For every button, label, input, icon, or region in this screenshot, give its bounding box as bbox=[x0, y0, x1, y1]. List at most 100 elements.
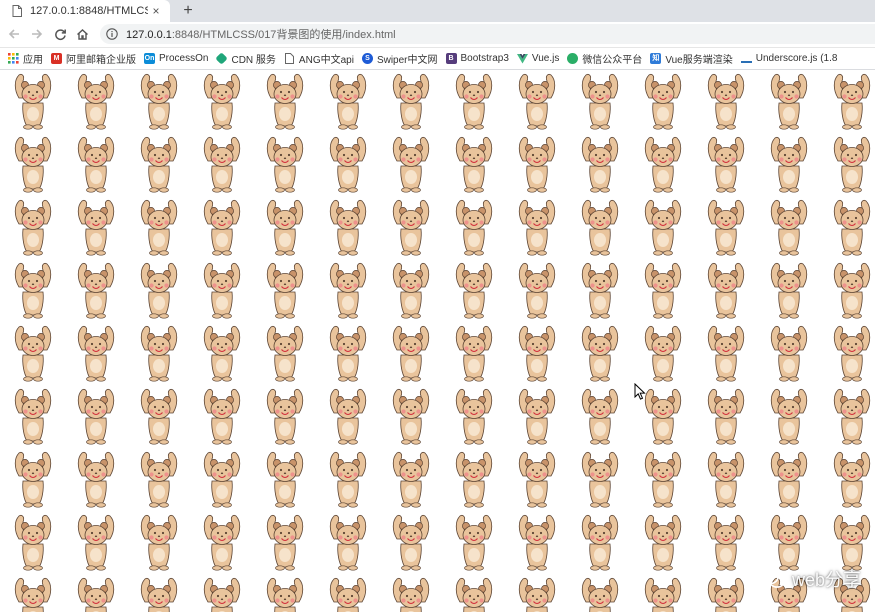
bear-tile bbox=[455, 199, 493, 256]
bookmark-item[interactable]: M 阿里邮箱企业版 bbox=[51, 48, 136, 69]
bear-tile bbox=[266, 262, 304, 319]
bear-tile bbox=[266, 199, 304, 256]
url-text: 127.0.0.1:8848/HTMLCSS/017背景图的使用/index.h… bbox=[126, 26, 396, 42]
forward-button[interactable] bbox=[29, 26, 45, 42]
bear-tile bbox=[140, 199, 178, 256]
address-bar[interactable]: 127.0.0.1:8848/HTMLCSS/017背景图的使用/index.h… bbox=[100, 24, 875, 44]
wechat-icon bbox=[567, 53, 579, 64]
bear-tile bbox=[14, 199, 52, 256]
bookmark-item[interactable]: 微信公众平台 bbox=[567, 48, 642, 69]
bear-tile bbox=[329, 136, 367, 193]
bear-tile bbox=[266, 577, 304, 612]
bear-tile bbox=[140, 577, 178, 612]
bear-tile bbox=[77, 73, 115, 130]
bear-tile bbox=[392, 73, 430, 130]
bear-tile bbox=[329, 451, 367, 508]
bear-tile bbox=[329, 262, 367, 319]
bookmarks-bar: 应用 M 阿里邮箱企业版 On ProcessOn CDN 服务 ANG中文api S Swip… bbox=[0, 48, 875, 70]
bookmark-item[interactable]: B Bootstrap3 bbox=[445, 48, 509, 69]
bear-tile bbox=[77, 136, 115, 193]
bear-tile bbox=[770, 325, 808, 382]
bear-tile bbox=[707, 388, 745, 445]
gmail-icon: M bbox=[51, 53, 62, 64]
bookmark-label: CDN 服务 bbox=[231, 55, 276, 66]
bear-tile bbox=[392, 388, 430, 445]
bear-tile bbox=[455, 577, 493, 612]
bear-tile bbox=[581, 325, 619, 382]
bear-tile bbox=[707, 199, 745, 256]
close-tab-icon[interactable]: × bbox=[150, 5, 162, 17]
bear-tile bbox=[707, 73, 745, 130]
tab-title: 127.0.0.1:8848/HTMLCSS/01 bbox=[30, 5, 148, 17]
underscore-icon bbox=[740, 53, 752, 64]
bear-tile bbox=[581, 388, 619, 445]
bookmark-item[interactable]: 应用 bbox=[8, 48, 43, 69]
bootstrap-icon: B bbox=[445, 53, 457, 64]
bear-tile bbox=[833, 136, 871, 193]
bookmark-label: ANG中文api bbox=[298, 55, 354, 66]
bookmark-item[interactable]: Underscore.js (1.8 bbox=[740, 48, 837, 69]
bear-tile bbox=[392, 577, 430, 612]
bear-tile bbox=[770, 514, 808, 571]
bear-tile bbox=[644, 388, 682, 445]
reload-button[interactable] bbox=[52, 26, 68, 42]
arrow-left-icon bbox=[8, 29, 19, 39]
home-button[interactable] bbox=[74, 26, 90, 42]
bookmark-item[interactable]: CDN 服务 bbox=[215, 48, 276, 69]
bookmark-label: Bootstrap3 bbox=[460, 53, 509, 64]
home-icon bbox=[76, 28, 88, 40]
bear-tile bbox=[770, 451, 808, 508]
bear-tile bbox=[77, 388, 115, 445]
bookmark-item[interactable]: ANG中文api bbox=[284, 48, 354, 69]
bear-tile bbox=[581, 73, 619, 130]
bear-tile bbox=[518, 136, 556, 193]
bear-tile bbox=[392, 199, 430, 256]
vue-icon bbox=[516, 53, 528, 64]
page-icon bbox=[12, 5, 22, 17]
bear-tile bbox=[455, 262, 493, 319]
bear-tile bbox=[392, 136, 430, 193]
bear-tile bbox=[581, 136, 619, 193]
bear-tile bbox=[707, 577, 745, 612]
bear-tile bbox=[14, 73, 52, 130]
page-viewport: web分享 bbox=[0, 70, 875, 612]
bookmark-item[interactable]: 知 Vue服务端渲染 bbox=[650, 48, 733, 69]
bookmark-label: 阿里邮箱企业版 bbox=[66, 55, 136, 66]
bear-tile bbox=[518, 388, 556, 445]
bear-tile bbox=[392, 514, 430, 571]
cdn-icon bbox=[215, 52, 229, 65]
back-button[interactable] bbox=[6, 26, 22, 42]
bear-tile bbox=[644, 577, 682, 612]
bear-tile bbox=[266, 514, 304, 571]
bear-tile bbox=[329, 577, 367, 612]
page-icon bbox=[284, 53, 295, 64]
bear-tile bbox=[203, 262, 241, 319]
bear-tile bbox=[140, 73, 178, 130]
bear-tile bbox=[455, 136, 493, 193]
bear-tile bbox=[203, 514, 241, 571]
bear-tile bbox=[14, 451, 52, 508]
bear-tile bbox=[770, 262, 808, 319]
bear-tile bbox=[455, 325, 493, 382]
info-icon[interactable] bbox=[106, 28, 118, 40]
bear-tile bbox=[203, 388, 241, 445]
new-tab-button[interactable]: + bbox=[180, 3, 196, 19]
bear-tile bbox=[833, 514, 871, 571]
browser-tab[interactable]: 127.0.0.1:8848/HTMLCSS/01 × bbox=[0, 0, 170, 22]
bear-tile bbox=[644, 325, 682, 382]
bear-tile bbox=[140, 388, 178, 445]
bear-tile bbox=[770, 388, 808, 445]
bear-tile bbox=[518, 514, 556, 571]
bookmark-item[interactable]: On ProcessOn bbox=[144, 48, 208, 69]
bear-tile bbox=[644, 514, 682, 571]
bookmark-item[interactable]: Vue.js bbox=[516, 48, 559, 69]
bear-tile bbox=[140, 262, 178, 319]
bookmark-item[interactable]: S Swiper中文网 bbox=[361, 48, 438, 69]
bear-tile bbox=[581, 577, 619, 612]
apps-icon bbox=[8, 53, 19, 64]
bear-tile bbox=[518, 325, 556, 382]
bear-tile bbox=[518, 451, 556, 508]
bear-tile bbox=[644, 136, 682, 193]
bear-tile bbox=[707, 262, 745, 319]
bear-tile bbox=[77, 451, 115, 508]
